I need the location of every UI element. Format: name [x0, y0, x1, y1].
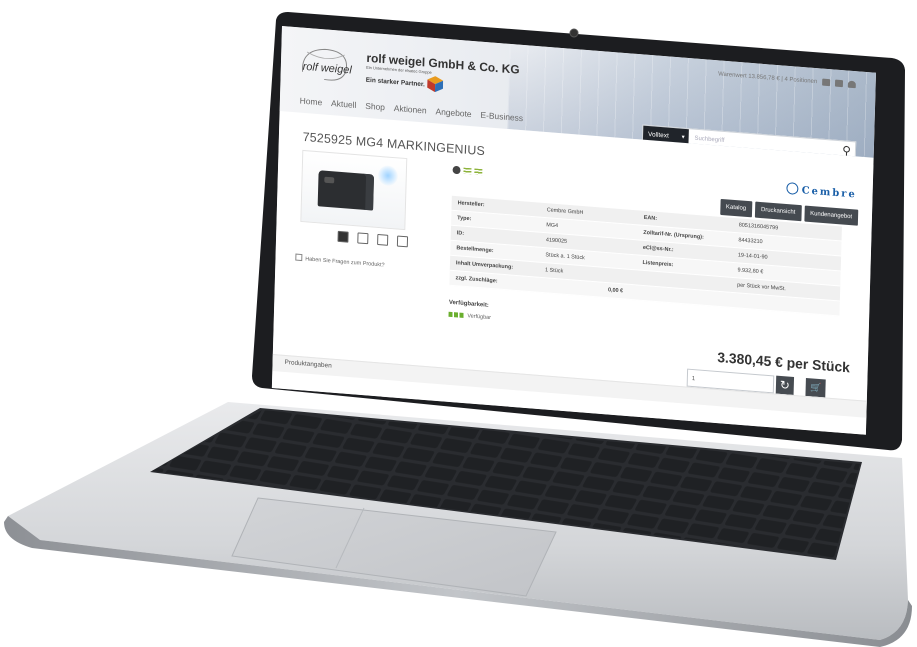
- product-price: 3.380,45 € per Stück: [717, 348, 851, 376]
- nav-shop[interactable]: Shop: [365, 101, 385, 113]
- cube-logo-icon: [427, 76, 444, 93]
- printer-image: [317, 170, 375, 211]
- detail-view-icon[interactable]: [474, 168, 483, 176]
- view-toggles: [452, 165, 483, 176]
- nav-e-business[interactable]: E-Business: [480, 110, 523, 123]
- product-image[interactable]: [300, 149, 408, 231]
- add-to-cart-icon[interactable]: 🛒: [805, 377, 826, 398]
- company-name: rolf weigel GmbH & Co. KG: [366, 50, 520, 77]
- info-icon[interactable]: [452, 165, 461, 175]
- datasheet-icon[interactable]: [377, 233, 389, 246]
- availability-status: Verfügbar: [448, 311, 491, 321]
- search-type-select[interactable]: Volltext: [642, 125, 689, 148]
- search-icon[interactable]: ⚲: [842, 143, 851, 157]
- screen: rolf weigel rolf weigel GmbH & Co. KG Ei…: [271, 26, 876, 443]
- nav-aktuell[interactable]: Aktuell: [331, 98, 357, 110]
- nav-aktionen[interactable]: Aktionen: [394, 103, 427, 116]
- laptop-photo: rolf weigel rolf weigel GmbH & Co. KG Ei…: [0, 0, 917, 647]
- nav-home[interactable]: Home: [300, 96, 323, 108]
- catalog-button[interactable]: Katalog: [719, 198, 753, 218]
- refresh-icon[interactable]: ↻: [775, 375, 795, 396]
- main-nav: Home Aktuell Shop Aktionen Angebote E-Bu…: [300, 96, 524, 124]
- product-detail: 7525925 MG4 MARKINGENIUS Cembre Haben Si…: [271, 118, 874, 435]
- mail-icon[interactable]: [834, 79, 844, 88]
- customer-offer-button[interactable]: Kundenangebot: [803, 205, 859, 226]
- nav-angebote[interactable]: Angebote: [435, 106, 471, 119]
- availability-label: Verfügbarkeit:: [448, 299, 489, 309]
- brand-name: Cembre: [801, 185, 857, 201]
- thumbnail-icon[interactable]: [337, 230, 349, 243]
- cart-icon[interactable]: [822, 78, 831, 87]
- stock-bars-icon: [448, 311, 465, 318]
- external-link-icon[interactable]: [357, 232, 369, 245]
- list-view-icon[interactable]: [463, 167, 472, 175]
- slogan: Ein starker Partner.: [365, 76, 425, 89]
- copy-icon[interactable]: [396, 235, 409, 248]
- mail-icon: [295, 253, 303, 262]
- webshop-page: rolf weigel rolf weigel GmbH & Co. KG Ei…: [271, 26, 876, 435]
- print-view-button[interactable]: Druckansicht: [754, 201, 802, 222]
- user-icon[interactable]: [847, 80, 856, 89]
- brand-logo: Cembre: [786, 182, 857, 201]
- question-link[interactable]: Haben Sie Fragen zum Produkt?: [295, 253, 385, 269]
- search-input[interactable]: Suchbegriff: [694, 130, 724, 150]
- cembre-logo-icon: [786, 182, 799, 195]
- image-actions: [337, 230, 409, 248]
